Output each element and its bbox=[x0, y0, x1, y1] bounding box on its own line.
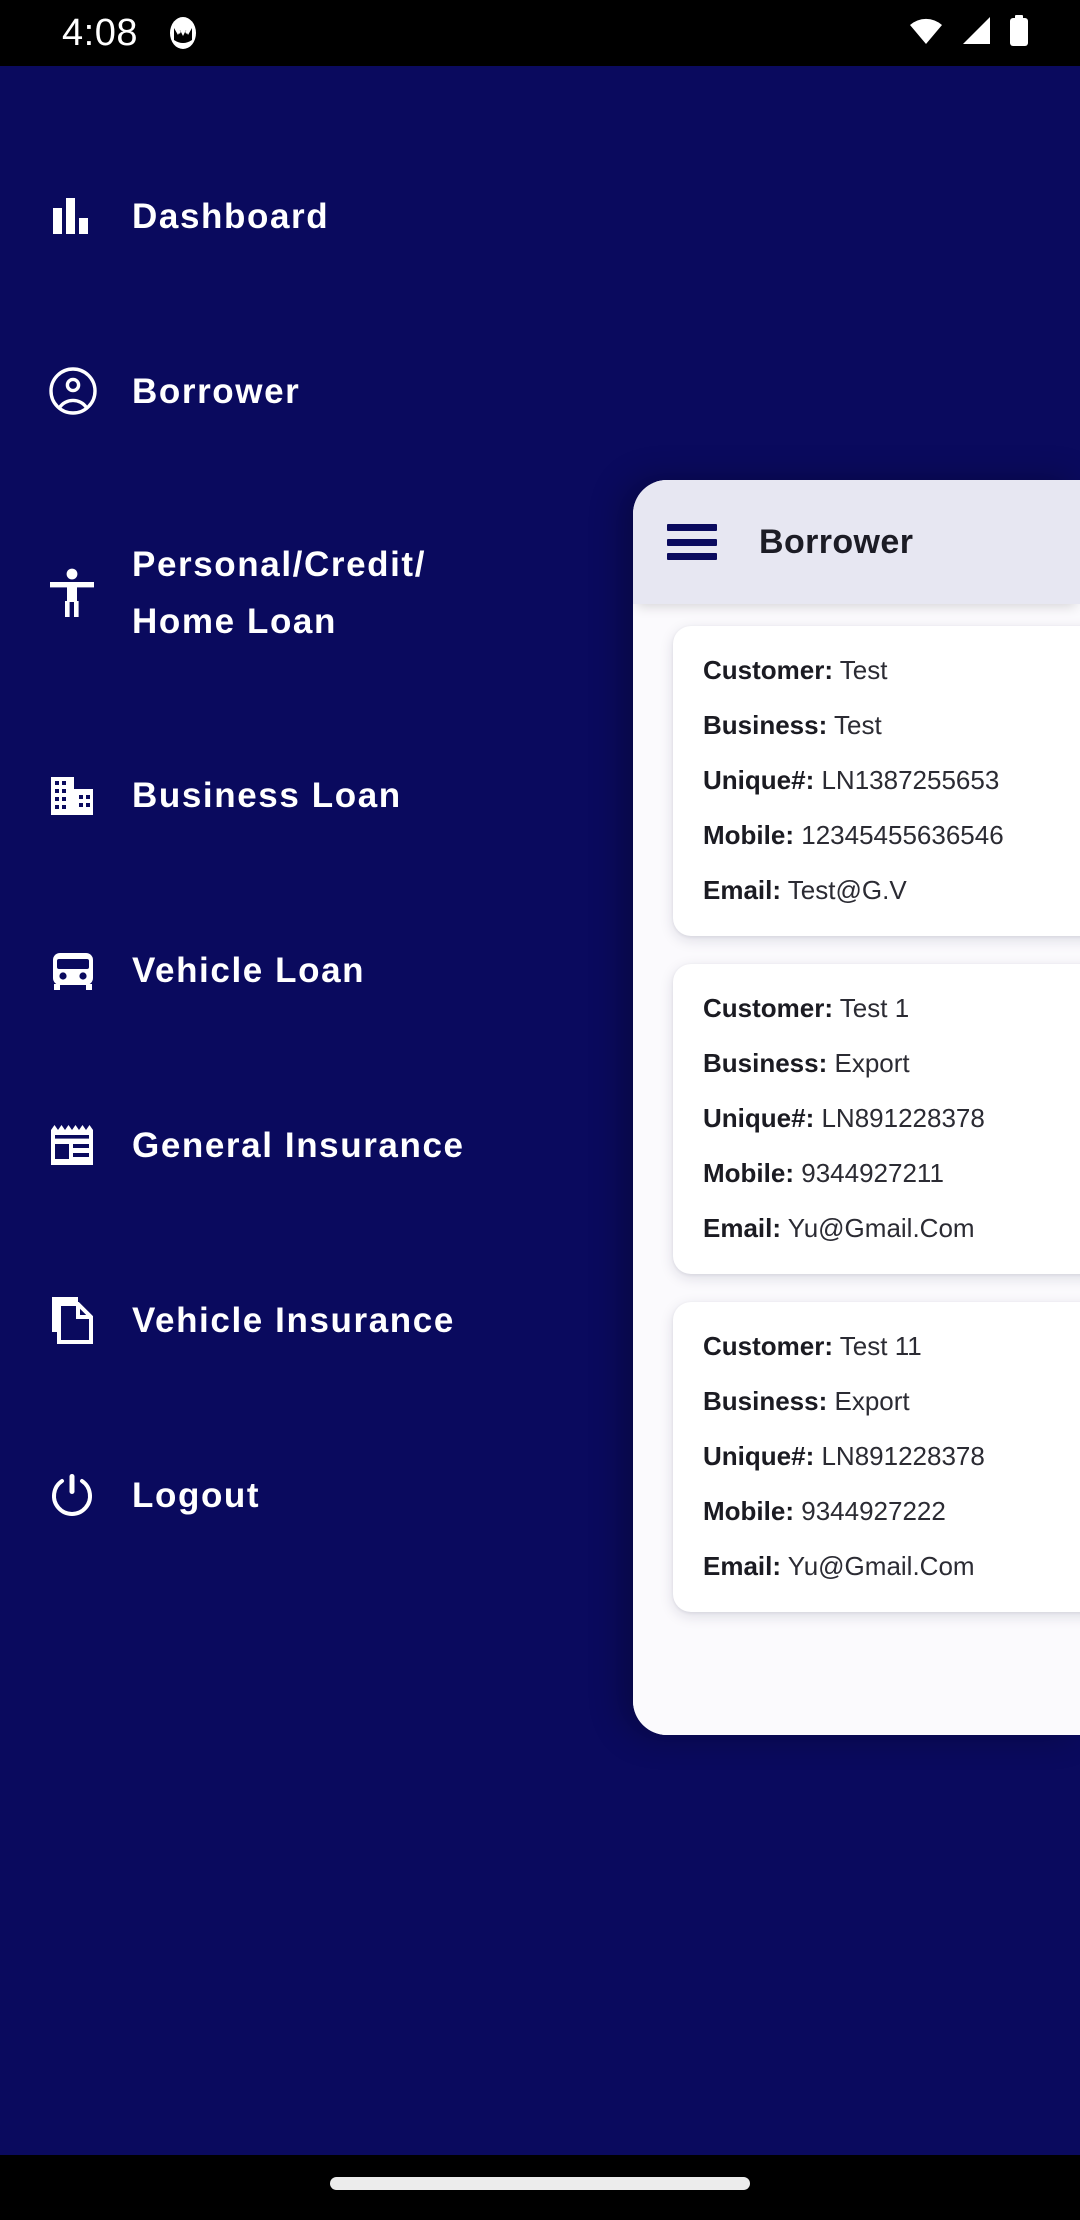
sidebar-item-label: Vehicle Loan bbox=[132, 950, 366, 990]
business-value: Export bbox=[834, 1048, 910, 1078]
app-bar: Borrower bbox=[633, 480, 1080, 604]
email-value: Yu@Gmail.Com bbox=[787, 1213, 975, 1243]
sidebar-item-label: Dashboard bbox=[132, 196, 330, 236]
sidebar-item-general-insurance[interactable]: General Insurance bbox=[0, 1115, 640, 1175]
customer-row: Customer: Test 1 bbox=[703, 994, 1080, 1022]
email-label: Email: bbox=[703, 1551, 782, 1581]
sidebar-item-label: Business Loan bbox=[132, 775, 402, 815]
cell-signal-icon bbox=[960, 16, 992, 51]
sidebar-item-vehicle-insurance[interactable]: Vehicle Insurance bbox=[0, 1290, 640, 1350]
customer-value: Test 1 bbox=[839, 993, 910, 1023]
sidebar-item-logout[interactable]: Logout bbox=[0, 1465, 640, 1525]
hamburger-bar-1 bbox=[667, 524, 717, 531]
borrower-screen-panel: Borrower Customer: Test Business: Test U… bbox=[633, 480, 1080, 1735]
bar-chart-icon bbox=[48, 186, 122, 246]
building-icon bbox=[48, 765, 122, 825]
unique-label: Unique#: bbox=[703, 1103, 815, 1133]
customer-row: Customer: Test bbox=[703, 656, 1080, 684]
drawer-menu-list: Dashboard Borrower Personal/Credit/ Home… bbox=[0, 66, 640, 2155]
mobile-row: Mobile: 12345455636546 bbox=[703, 821, 1080, 849]
customer-row: Customer: Test 11 bbox=[703, 1332, 1080, 1360]
unique-row: Unique#: LN891228378 bbox=[703, 1104, 1080, 1132]
receipt-icon bbox=[48, 1115, 122, 1175]
business-row: Business: Test bbox=[703, 711, 1080, 739]
bus-icon bbox=[48, 940, 122, 1000]
app-notification-icon bbox=[166, 14, 200, 52]
mobile-value: 9344927211 bbox=[801, 1158, 944, 1188]
customer-value: Test 11 bbox=[839, 1331, 922, 1361]
email-value: Test@G.V bbox=[787, 875, 907, 905]
mobile-row: Mobile: 9344927222 bbox=[703, 1497, 1080, 1525]
sidebar-item-vehicle-loan[interactable]: Vehicle Loan bbox=[0, 940, 640, 1000]
unique-row: Unique#: LN891228378 bbox=[703, 1442, 1080, 1470]
system-navigation-bar bbox=[0, 2155, 1080, 2220]
customer-label: Customer: bbox=[703, 655, 834, 685]
power-icon bbox=[48, 1465, 122, 1525]
business-label: Business: bbox=[703, 1386, 828, 1416]
business-row: Business: Export bbox=[703, 1049, 1080, 1077]
status-bar: 4:08 bbox=[0, 0, 1080, 66]
battery-full-icon bbox=[1008, 14, 1030, 52]
customer-label: Customer: bbox=[703, 993, 834, 1023]
sidebar-item-label: Logout bbox=[132, 1475, 261, 1515]
copy-document-icon bbox=[48, 1290, 122, 1350]
email-label: Email: bbox=[703, 875, 782, 905]
sidebar-item-label: Vehicle Insurance bbox=[132, 1300, 455, 1340]
sidebar-item-label: Personal/Credit/ Home Loan bbox=[132, 545, 427, 641]
sidebar-item-borrower[interactable]: Borrower bbox=[0, 361, 640, 421]
accessibility-person-icon bbox=[48, 563, 122, 623]
mobile-value: 9344927222 bbox=[801, 1496, 946, 1526]
unique-value: LN1387255653 bbox=[821, 765, 1000, 795]
sidebar-item-personal-credit-home-loan[interactable]: Personal/Credit/ Home Loan bbox=[0, 536, 640, 650]
mobile-label: Mobile: bbox=[703, 820, 794, 850]
wifi-icon bbox=[908, 16, 944, 51]
customer-label: Customer: bbox=[703, 1331, 834, 1361]
borrower-list[interactable]: Customer: Test Business: Test Unique#: L… bbox=[633, 604, 1080, 1735]
sidebar-item-dashboard[interactable]: Dashboard bbox=[0, 186, 640, 246]
business-value: Test bbox=[834, 710, 882, 740]
mobile-label: Mobile: bbox=[703, 1158, 794, 1188]
hamburger-bar-3 bbox=[667, 553, 717, 560]
mobile-row: Mobile: 9344927211 bbox=[703, 1159, 1080, 1187]
borrower-card[interactable]: Customer: Test 11 Business: Export Uniqu… bbox=[673, 1302, 1080, 1612]
hamburger-bar-2 bbox=[667, 538, 717, 546]
customer-value: Test bbox=[839, 655, 888, 685]
business-value: Export bbox=[834, 1386, 910, 1416]
email-row: Email: Yu@Gmail.Com bbox=[703, 1552, 1080, 1580]
sidebar-item-business-loan[interactable]: Business Loan bbox=[0, 765, 640, 825]
page-title: Borrower bbox=[759, 522, 914, 561]
unique-value: LN891228378 bbox=[821, 1103, 985, 1133]
unique-row: Unique#: LN1387255653 bbox=[703, 766, 1080, 794]
hamburger-menu-icon[interactable] bbox=[667, 524, 717, 560]
unique-label: Unique#: bbox=[703, 1441, 815, 1471]
status-bar-indicators bbox=[908, 14, 1030, 52]
borrower-card[interactable]: Customer: Test 1 Business: Export Unique… bbox=[673, 964, 1080, 1274]
unique-label: Unique#: bbox=[703, 765, 815, 795]
borrower-card[interactable]: Customer: Test Business: Test Unique#: L… bbox=[673, 626, 1080, 936]
mobile-label: Mobile: bbox=[703, 1496, 794, 1526]
email-label: Email: bbox=[703, 1213, 782, 1243]
sidebar-item-label: Borrower bbox=[132, 371, 301, 411]
sidebar-item-label: General Insurance bbox=[132, 1125, 465, 1165]
business-label: Business: bbox=[703, 1048, 828, 1078]
business-row: Business: Export bbox=[703, 1387, 1080, 1415]
unique-value: LN891228378 bbox=[821, 1441, 985, 1471]
home-gesture-pill[interactable] bbox=[330, 2177, 750, 2190]
status-bar-clock: 4:08 bbox=[62, 11, 138, 54]
mobile-value: 12345455636546 bbox=[801, 820, 1004, 850]
business-label: Business: bbox=[703, 710, 828, 740]
email-row: Email: Test@G.V bbox=[703, 876, 1080, 904]
email-row: Email: Yu@Gmail.Com bbox=[703, 1214, 1080, 1242]
email-value: Yu@Gmail.Com bbox=[787, 1551, 975, 1581]
account-circle-icon bbox=[48, 361, 122, 421]
